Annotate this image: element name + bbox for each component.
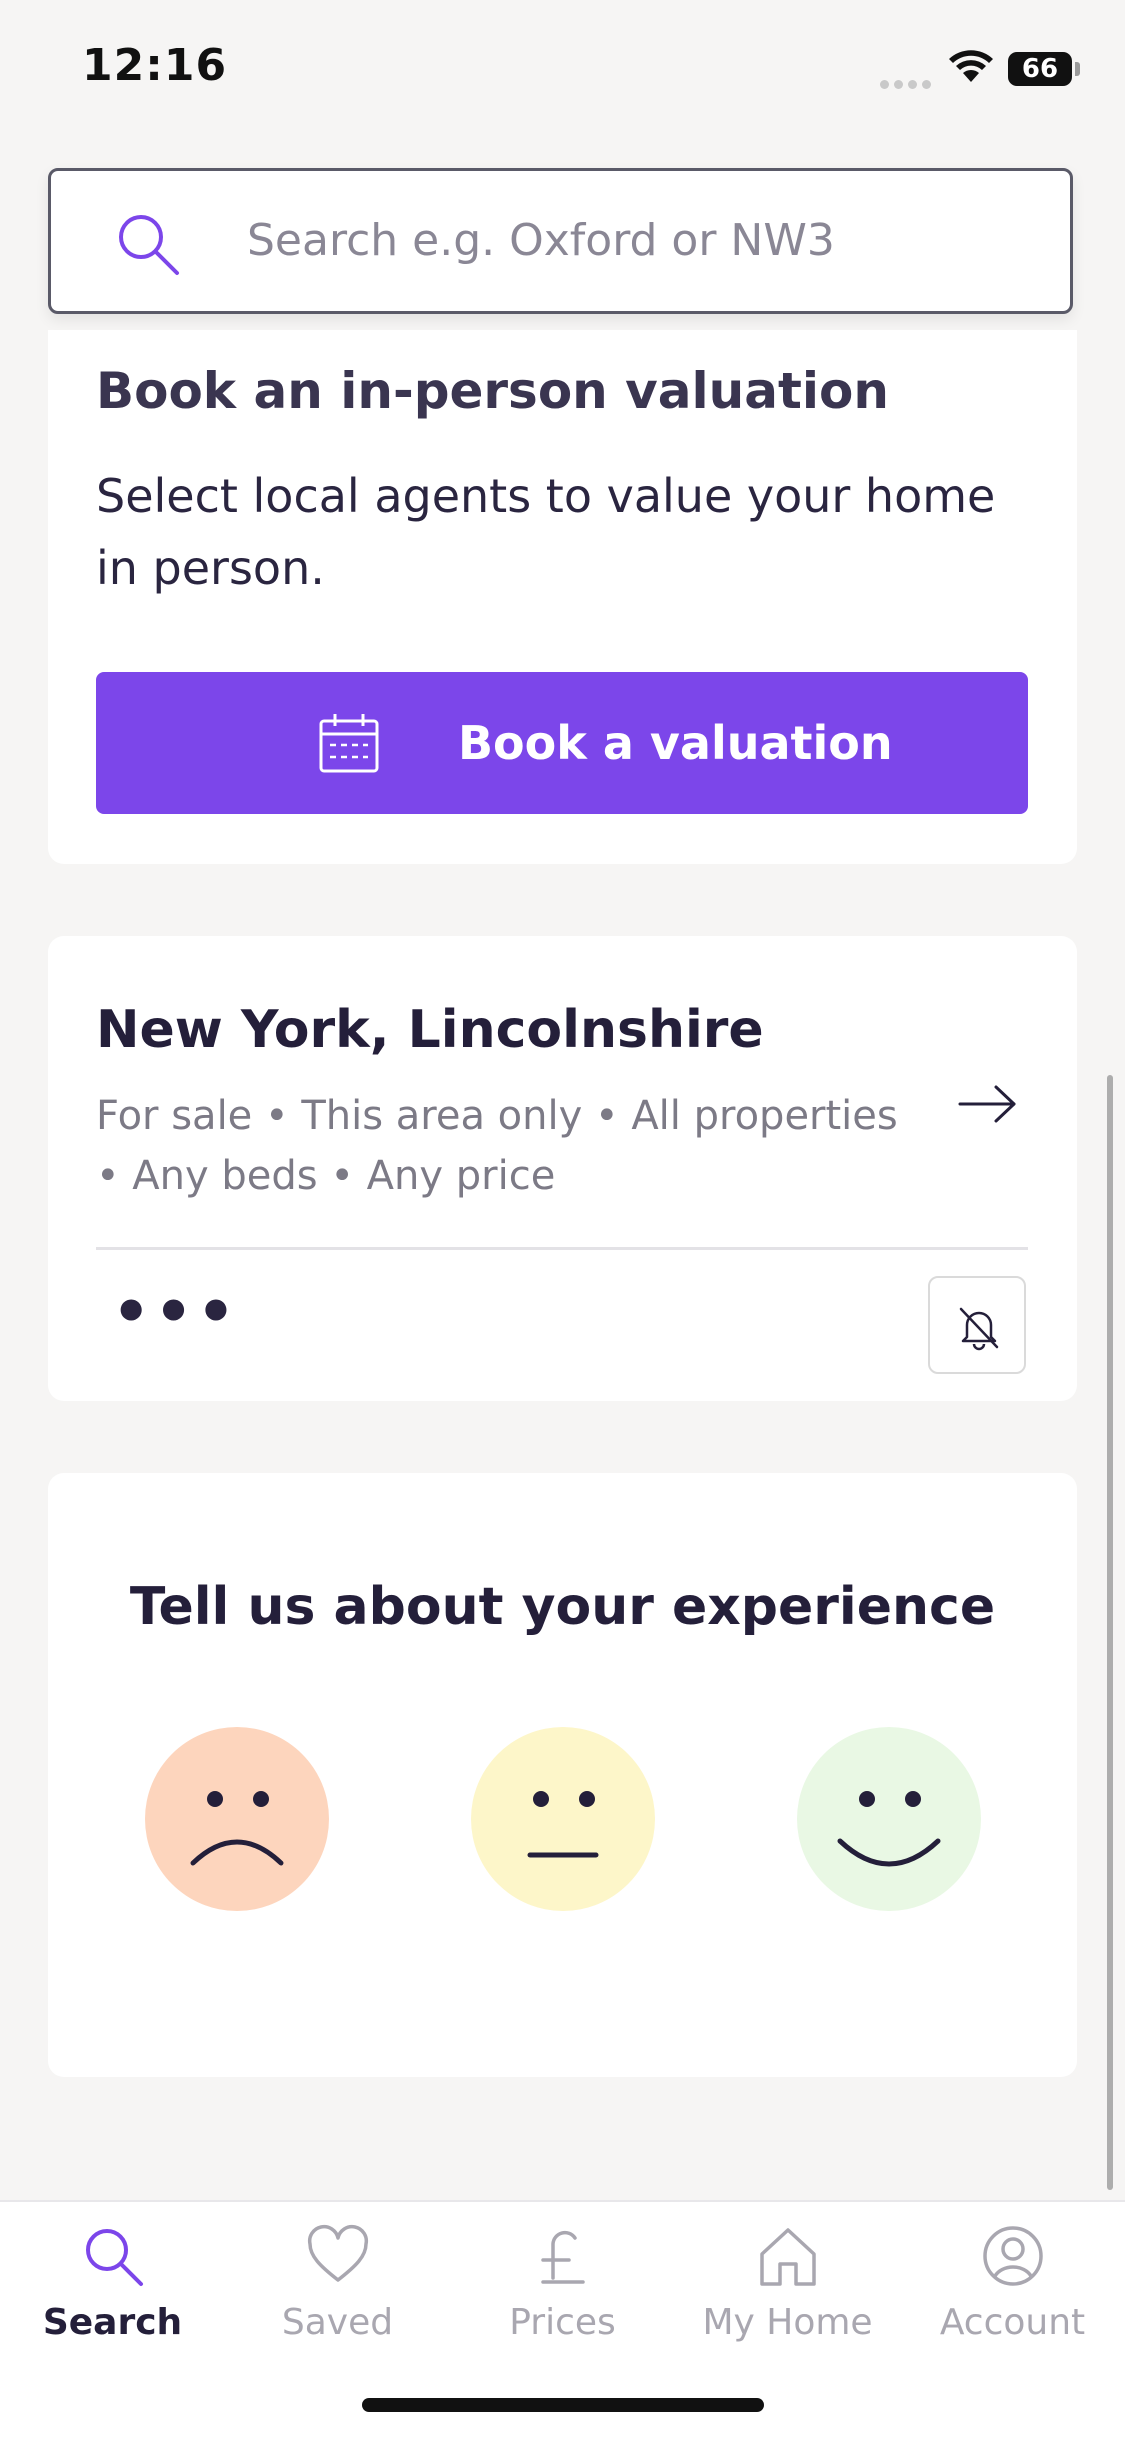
tab-prices-label: Prices [509,2302,616,2343]
account-icon [982,2226,1043,2286]
calendar-icon [318,712,380,778]
feedback-card: Tell us about your experience [48,1473,1077,2077]
tab-account[interactable]: Account [900,2224,1125,2374]
book-valuation-button[interactable]: Book a valuation [96,672,1028,814]
wifi-icon [948,48,994,88]
alerts-off-button[interactable] [928,1276,1026,1374]
saved-search-location: New York, Lincolnshire [96,1000,764,1060]
neutral-face-icon[interactable] [471,1727,655,1911]
tab-account-label: Account [939,2302,1086,2343]
scrollbar[interactable] [1107,1075,1113,2190]
search-icon [85,2229,143,2286]
tab-prices[interactable]: Prices [450,2224,675,2374]
search-icon [115,211,181,281]
more-options-button[interactable]: ••• [112,1282,239,1342]
home-indicator [362,2398,764,2412]
happy-face-icon[interactable] [797,1727,981,1911]
search-placeholder: Search e.g. Oxford or NW3 [247,215,835,266]
feedback-heading: Tell us about your experience [129,1577,996,1637]
tab-search[interactable]: Search [0,2224,225,2374]
home-icon [759,2228,816,2286]
signal-icon [880,74,936,93]
arrow-right-icon[interactable] [958,1084,1018,1128]
status-time: 12:16 [82,40,228,91]
tab-search-label: Search [42,2302,183,2343]
battery-icon: 66 [1008,52,1072,86]
card-divider [96,1247,1028,1250]
book-valuation-label: Book a valuation [458,716,893,770]
tab-my-home[interactable]: My Home [675,2224,900,2374]
saved-search-criteria: For sale • This area only • All properti… [96,1093,898,1199]
search-input[interactable]: Search e.g. Oxford or NW3 [48,168,1073,314]
saved-search-card[interactable]: New York, Lincolnshire For sale • This a… [48,936,1077,1401]
valuation-title: Book an in-person valuation [96,362,889,420]
battery-cap [1075,62,1080,76]
status-bar: 12:16 66 [0,0,1125,130]
sad-face-icon[interactable] [145,1727,329,1911]
heart-icon [307,2225,368,2282]
valuation-card: Book an in-person valuation Select local… [48,330,1077,864]
bell-off-icon [959,1307,999,1351]
pound-icon [540,2230,585,2284]
tab-saved-label: Saved [281,2302,394,2343]
tab-saved[interactable]: Saved [225,2224,450,2374]
valuation-description: Select local agents to value your home i… [96,469,996,595]
tab-my-home-label: My Home [702,2302,873,2343]
